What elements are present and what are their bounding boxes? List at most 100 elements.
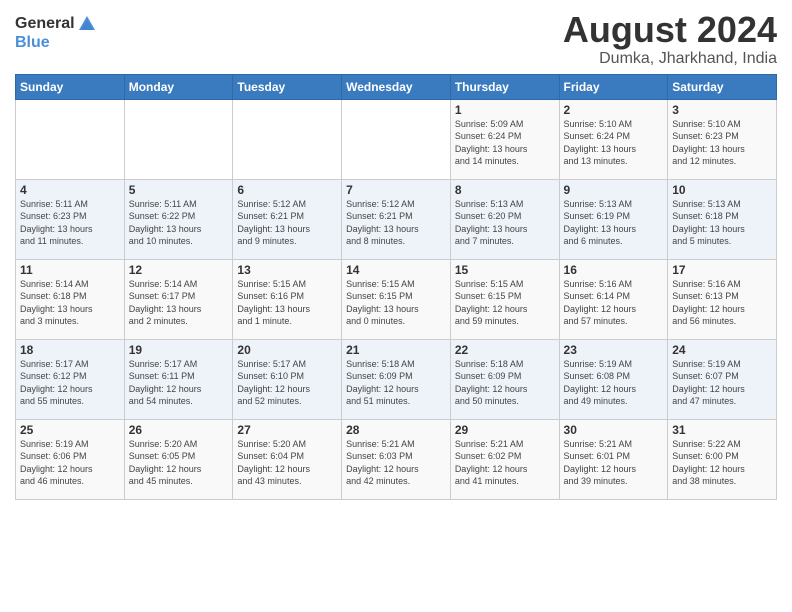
day-detail: Sunrise: 5:21 AM Sunset: 6:03 PM Dayligh… (346, 438, 446, 488)
calendar-title: August 2024 (563, 10, 777, 50)
calendar-cell: 10Sunrise: 5:13 AM Sunset: 6:18 PM Dayli… (668, 179, 777, 259)
day-number: 31 (672, 423, 772, 437)
day-number: 20 (237, 343, 337, 357)
calendar-cell (342, 99, 451, 179)
col-sunday: Sunday (16, 74, 125, 99)
day-number: 25 (20, 423, 120, 437)
calendar-cell: 26Sunrise: 5:20 AM Sunset: 6:05 PM Dayli… (124, 419, 233, 499)
day-number: 23 (564, 343, 664, 357)
day-number: 12 (129, 263, 229, 277)
day-detail: Sunrise: 5:22 AM Sunset: 6:00 PM Dayligh… (672, 438, 772, 488)
calendar-cell: 16Sunrise: 5:16 AM Sunset: 6:14 PM Dayli… (559, 259, 668, 339)
day-detail: Sunrise: 5:20 AM Sunset: 6:04 PM Dayligh… (237, 438, 337, 488)
day-detail: Sunrise: 5:21 AM Sunset: 6:01 PM Dayligh… (564, 438, 664, 488)
day-detail: Sunrise: 5:15 AM Sunset: 6:15 PM Dayligh… (346, 278, 446, 328)
calendar-cell: 18Sunrise: 5:17 AM Sunset: 6:12 PM Dayli… (16, 339, 125, 419)
day-number: 3 (672, 103, 772, 117)
day-number: 15 (455, 263, 555, 277)
calendar-cell: 30Sunrise: 5:21 AM Sunset: 6:01 PM Dayli… (559, 419, 668, 499)
title-block: August 2024 Dumka, Jharkhand, India (563, 10, 777, 68)
day-number: 21 (346, 343, 446, 357)
day-number: 9 (564, 183, 664, 197)
calendar-cell: 15Sunrise: 5:15 AM Sunset: 6:15 PM Dayli… (450, 259, 559, 339)
calendar-cell: 28Sunrise: 5:21 AM Sunset: 6:03 PM Dayli… (342, 419, 451, 499)
day-number: 18 (20, 343, 120, 357)
day-number: 11 (20, 263, 120, 277)
day-detail: Sunrise: 5:11 AM Sunset: 6:22 PM Dayligh… (129, 198, 229, 248)
day-detail: Sunrise: 5:10 AM Sunset: 6:24 PM Dayligh… (564, 118, 664, 168)
day-detail: Sunrise: 5:15 AM Sunset: 6:15 PM Dayligh… (455, 278, 555, 328)
day-detail: Sunrise: 5:13 AM Sunset: 6:19 PM Dayligh… (564, 198, 664, 248)
calendar-cell: 1Sunrise: 5:09 AM Sunset: 6:24 PM Daylig… (450, 99, 559, 179)
col-tuesday: Tuesday (233, 74, 342, 99)
calendar-cell: 14Sunrise: 5:15 AM Sunset: 6:15 PM Dayli… (342, 259, 451, 339)
calendar-cell: 31Sunrise: 5:22 AM Sunset: 6:00 PM Dayli… (668, 419, 777, 499)
day-detail: Sunrise: 5:17 AM Sunset: 6:11 PM Dayligh… (129, 358, 229, 408)
calendar-cell: 9Sunrise: 5:13 AM Sunset: 6:19 PM Daylig… (559, 179, 668, 259)
day-number: 8 (455, 183, 555, 197)
day-detail: Sunrise: 5:16 AM Sunset: 6:13 PM Dayligh… (672, 278, 772, 328)
day-number: 7 (346, 183, 446, 197)
logo: General Blue (15, 14, 97, 52)
day-number: 14 (346, 263, 446, 277)
day-number: 22 (455, 343, 555, 357)
col-saturday: Saturday (668, 74, 777, 99)
calendar-table: Sunday Monday Tuesday Wednesday Thursday… (15, 74, 777, 500)
day-number: 19 (129, 343, 229, 357)
calendar-cell: 23Sunrise: 5:19 AM Sunset: 6:08 PM Dayli… (559, 339, 668, 419)
col-monday: Monday (124, 74, 233, 99)
day-number: 1 (455, 103, 555, 117)
logo-blue: Blue (15, 34, 50, 51)
day-detail: Sunrise: 5:14 AM Sunset: 6:17 PM Dayligh… (129, 278, 229, 328)
day-detail: Sunrise: 5:21 AM Sunset: 6:02 PM Dayligh… (455, 438, 555, 488)
day-number: 16 (564, 263, 664, 277)
calendar-cell: 4Sunrise: 5:11 AM Sunset: 6:23 PM Daylig… (16, 179, 125, 259)
calendar-cell: 24Sunrise: 5:19 AM Sunset: 6:07 PM Dayli… (668, 339, 777, 419)
day-number: 4 (20, 183, 120, 197)
calendar-cell: 7Sunrise: 5:12 AM Sunset: 6:21 PM Daylig… (342, 179, 451, 259)
day-detail: Sunrise: 5:11 AM Sunset: 6:23 PM Dayligh… (20, 198, 120, 248)
calendar-cell: 25Sunrise: 5:19 AM Sunset: 6:06 PM Dayli… (16, 419, 125, 499)
day-number: 27 (237, 423, 337, 437)
calendar-cell: 8Sunrise: 5:13 AM Sunset: 6:20 PM Daylig… (450, 179, 559, 259)
calendar-cell: 2Sunrise: 5:10 AM Sunset: 6:24 PM Daylig… (559, 99, 668, 179)
day-detail: Sunrise: 5:18 AM Sunset: 6:09 PM Dayligh… (346, 358, 446, 408)
day-detail: Sunrise: 5:13 AM Sunset: 6:20 PM Dayligh… (455, 198, 555, 248)
calendar-cell: 20Sunrise: 5:17 AM Sunset: 6:10 PM Dayli… (233, 339, 342, 419)
day-detail: Sunrise: 5:19 AM Sunset: 6:08 PM Dayligh… (564, 358, 664, 408)
day-number: 2 (564, 103, 664, 117)
day-number: 24 (672, 343, 772, 357)
calendar-week-4: 18Sunrise: 5:17 AM Sunset: 6:12 PM Dayli… (16, 339, 777, 419)
calendar-cell: 13Sunrise: 5:15 AM Sunset: 6:16 PM Dayli… (233, 259, 342, 339)
calendar-cell: 17Sunrise: 5:16 AM Sunset: 6:13 PM Dayli… (668, 259, 777, 339)
calendar-cell (16, 99, 125, 179)
logo-general: General (15, 16, 75, 32)
calendar-cell: 6Sunrise: 5:12 AM Sunset: 6:21 PM Daylig… (233, 179, 342, 259)
calendar-cell: 27Sunrise: 5:20 AM Sunset: 6:04 PM Dayli… (233, 419, 342, 499)
day-detail: Sunrise: 5:18 AM Sunset: 6:09 PM Dayligh… (455, 358, 555, 408)
logo-icon (77, 14, 97, 34)
day-detail: Sunrise: 5:09 AM Sunset: 6:24 PM Dayligh… (455, 118, 555, 168)
calendar-week-3: 11Sunrise: 5:14 AM Sunset: 6:18 PM Dayli… (16, 259, 777, 339)
day-detail: Sunrise: 5:17 AM Sunset: 6:10 PM Dayligh… (237, 358, 337, 408)
calendar-subtitle: Dumka, Jharkhand, India (563, 50, 777, 68)
calendar-cell: 3Sunrise: 5:10 AM Sunset: 6:23 PM Daylig… (668, 99, 777, 179)
day-number: 30 (564, 423, 664, 437)
calendar-cell: 21Sunrise: 5:18 AM Sunset: 6:09 PM Dayli… (342, 339, 451, 419)
calendar-cell (233, 99, 342, 179)
day-detail: Sunrise: 5:19 AM Sunset: 6:07 PM Dayligh… (672, 358, 772, 408)
calendar-cell: 22Sunrise: 5:18 AM Sunset: 6:09 PM Dayli… (450, 339, 559, 419)
day-detail: Sunrise: 5:16 AM Sunset: 6:14 PM Dayligh… (564, 278, 664, 328)
day-detail: Sunrise: 5:10 AM Sunset: 6:23 PM Dayligh… (672, 118, 772, 168)
page-header: General Blue August 2024 Dumka, Jharkhan… (15, 10, 777, 68)
calendar-cell: 12Sunrise: 5:14 AM Sunset: 6:17 PM Dayli… (124, 259, 233, 339)
calendar-cell: 11Sunrise: 5:14 AM Sunset: 6:18 PM Dayli… (16, 259, 125, 339)
day-number: 10 (672, 183, 772, 197)
day-detail: Sunrise: 5:14 AM Sunset: 6:18 PM Dayligh… (20, 278, 120, 328)
calendar-cell: 19Sunrise: 5:17 AM Sunset: 6:11 PM Dayli… (124, 339, 233, 419)
day-number: 28 (346, 423, 446, 437)
calendar-cell (124, 99, 233, 179)
day-detail: Sunrise: 5:19 AM Sunset: 6:06 PM Dayligh… (20, 438, 120, 488)
col-thursday: Thursday (450, 74, 559, 99)
calendar-cell: 29Sunrise: 5:21 AM Sunset: 6:02 PM Dayli… (450, 419, 559, 499)
